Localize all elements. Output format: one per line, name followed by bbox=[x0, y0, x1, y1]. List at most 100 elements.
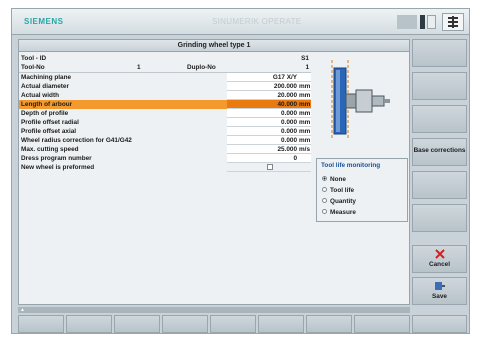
duplo-label: Duplo-No bbox=[187, 64, 216, 71]
base-corrections-button[interactable]: Base corrections bbox=[412, 138, 467, 166]
header-channel-box bbox=[427, 15, 436, 29]
field-value: 0.000 bbox=[281, 110, 297, 117]
field-unit: mm bbox=[299, 128, 311, 135]
grinding-wheel-diagram bbox=[318, 56, 398, 144]
tool-no-value[interactable]: 1 bbox=[137, 63, 141, 72]
radio-tool-life[interactable]: Tool life bbox=[322, 186, 354, 195]
profile-offset-axial-field[interactable]: 0.000 mm bbox=[227, 127, 311, 136]
cancel-button[interactable]: Cancel bbox=[412, 245, 467, 273]
field-unit: m/s bbox=[299, 146, 311, 153]
radio-none[interactable]: None bbox=[322, 175, 346, 184]
softkey-3[interactable] bbox=[412, 105, 467, 133]
system-icon[interactable] bbox=[442, 13, 464, 31]
brand-logo: SIEMENS bbox=[24, 17, 64, 26]
softkey-1[interactable] bbox=[412, 39, 467, 67]
field-value: 0 bbox=[293, 155, 297, 162]
depth-of-profile-field[interactable]: 0.000 mm bbox=[227, 109, 311, 118]
duplo-value[interactable]: 1 bbox=[305, 63, 309, 72]
param-label: Max. cutting speed bbox=[21, 146, 79, 153]
tool-id-label: Tool - ID bbox=[21, 55, 47, 62]
max-cutting-speed-field[interactable]: 25.000 m/s bbox=[227, 145, 311, 154]
softkey-5[interactable] bbox=[412, 171, 467, 199]
param-row: Dress program number 0 bbox=[19, 154, 311, 163]
header-indicator bbox=[420, 15, 425, 29]
param-row: Depth of profile 0.000 mm bbox=[19, 109, 311, 118]
field-value: G17 X/Y bbox=[272, 74, 297, 81]
horizontal-softkey-7[interactable] bbox=[306, 315, 352, 333]
horizontal-softkey-1[interactable] bbox=[18, 315, 64, 333]
horizontal-softkey-9[interactable] bbox=[412, 315, 467, 333]
param-label: Actual diameter bbox=[21, 83, 69, 90]
tool-id-row: Tool - ID S1 bbox=[19, 54, 311, 63]
tool-no-row: Tool-No 1 Duplo-No 1 bbox=[19, 63, 311, 72]
param-label: Depth of profile bbox=[21, 110, 69, 117]
softkey-label: Save bbox=[432, 293, 447, 300]
radio-icon bbox=[322, 187, 327, 192]
param-label: Length of arbour bbox=[21, 101, 73, 108]
radio-measure[interactable]: Measure bbox=[322, 208, 356, 217]
field-unit: mm bbox=[299, 83, 311, 90]
radio-icon bbox=[322, 198, 327, 203]
horizontal-softkey-6[interactable] bbox=[258, 315, 304, 333]
status-bar: ▲ bbox=[18, 307, 410, 313]
softkey-2[interactable] bbox=[412, 72, 467, 100]
save-icon bbox=[434, 282, 445, 290]
param-row: Profile offset radial 0.000 mm bbox=[19, 118, 311, 127]
machining-plane-field[interactable]: G17 X/Y bbox=[227, 73, 311, 82]
field-unit: mm bbox=[299, 137, 311, 144]
new-wheel-preformed-field bbox=[227, 163, 311, 172]
radio-label: Measure bbox=[330, 209, 356, 216]
horizontal-softkey-8[interactable] bbox=[354, 315, 410, 333]
param-row: Actual diameter 200.000 mm bbox=[19, 82, 311, 91]
actual-diameter-field[interactable]: 200.000 mm bbox=[227, 82, 311, 91]
param-row: Max. cutting speed 25.000 m/s bbox=[19, 145, 311, 154]
radio-label: Quantity bbox=[330, 198, 356, 205]
param-label: Profile offset axial bbox=[21, 128, 77, 135]
field-unit: mm bbox=[299, 92, 311, 99]
softkey-label: Base corrections bbox=[413, 147, 466, 154]
softkey-6[interactable] bbox=[412, 204, 467, 232]
radio-selected-icon bbox=[322, 176, 327, 181]
dress-program-field[interactable]: 0 bbox=[227, 154, 311, 163]
param-label: New wheel is preformed bbox=[21, 164, 95, 171]
header-status: SINUMERIK OPERATE bbox=[212, 17, 302, 26]
field-unit: mm bbox=[299, 119, 311, 126]
horizontal-softkey-2[interactable] bbox=[66, 315, 112, 333]
window-title: Grinding wheel type 1 bbox=[19, 40, 409, 52]
screen-frame: SIEMENS SINUMERIK OPERATE Grinding wheel… bbox=[11, 8, 470, 334]
radio-label: None bbox=[330, 176, 346, 183]
horizontal-softkey-3[interactable] bbox=[114, 315, 160, 333]
header-block bbox=[397, 15, 417, 29]
param-row: Machining plane G17 X/Y bbox=[19, 73, 311, 82]
param-label: Actual width bbox=[21, 92, 59, 99]
radio-icon bbox=[322, 209, 327, 214]
save-button[interactable]: Save bbox=[412, 277, 467, 305]
field-value: 200.000 bbox=[273, 83, 297, 90]
scroll-up-icon[interactable]: ▲ bbox=[20, 307, 25, 313]
param-label: Wheel radius correction for G41/G42 bbox=[21, 137, 132, 144]
field-unit: mm bbox=[299, 110, 311, 117]
actual-width-field[interactable]: 20.000 mm bbox=[227, 91, 311, 100]
tool-data-window: Grinding wheel type 1 Tool - ID S1 Tool-… bbox=[18, 39, 410, 305]
param-label: Profile offset radial bbox=[21, 119, 79, 126]
horizontal-softkey-4[interactable] bbox=[162, 315, 208, 333]
param-row-selected: Length of arbour 40.000 mm bbox=[19, 100, 311, 109]
field-value: 0.000 bbox=[281, 137, 297, 144]
field-value: 40.000 bbox=[277, 101, 297, 108]
preformed-checkbox[interactable] bbox=[267, 164, 273, 170]
field-unit: mm bbox=[299, 101, 311, 108]
param-row: Wheel radius correction for G41/G42 0.00… bbox=[19, 136, 311, 145]
length-of-arbour-field[interactable]: 40.000 mm bbox=[227, 100, 311, 109]
param-row: Profile offset axial 0.000 mm bbox=[19, 127, 311, 136]
field-value: 0.000 bbox=[281, 119, 297, 126]
radio-label: Tool life bbox=[330, 187, 355, 194]
cancel-icon bbox=[434, 249, 445, 259]
radio-quantity[interactable]: Quantity bbox=[322, 197, 356, 206]
softkey-label: Cancel bbox=[429, 261, 450, 268]
horizontal-softkey-5[interactable] bbox=[210, 315, 256, 333]
wheel-radius-correction-field[interactable]: 0.000 mm bbox=[227, 136, 311, 145]
tool-id-value[interactable]: S1 bbox=[301, 54, 309, 63]
param-label: Machining plane bbox=[21, 74, 72, 81]
profile-offset-radial-field[interactable]: 0.000 mm bbox=[227, 118, 311, 127]
field-value: 25.000 bbox=[277, 146, 297, 153]
